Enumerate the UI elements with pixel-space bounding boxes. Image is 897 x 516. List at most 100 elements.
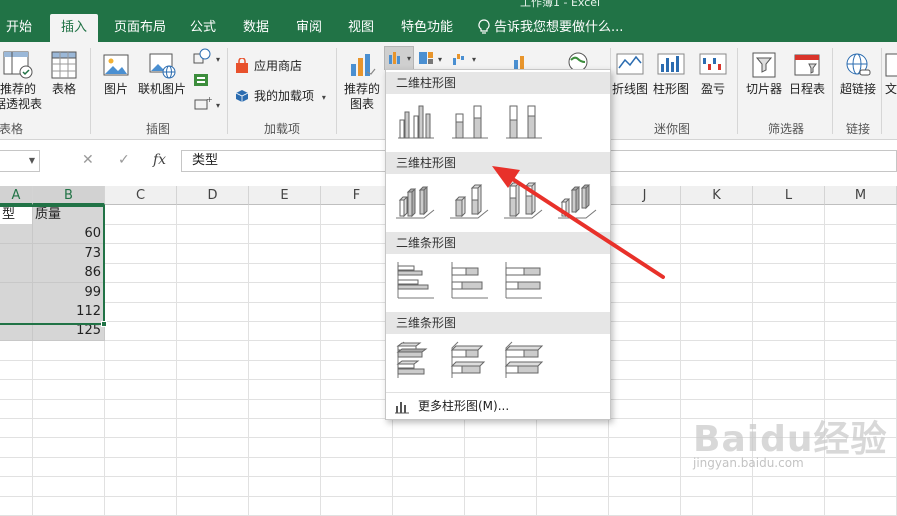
grid-cell[interactable] [681,205,753,225]
grid-cell[interactable] [105,379,177,400]
grid-cell[interactable] [753,282,825,303]
my-addins-button[interactable]: 我的加载项 ▾ [234,86,326,106]
grid-cell[interactable] [465,418,537,439]
grid-cell[interactable] [321,321,393,342]
grid-cell[interactable] [753,496,825,516]
column-header-m[interactable]: M [825,186,897,205]
grid-cell[interactable] [105,302,177,322]
grid-cell[interactable] [0,360,33,381]
column-chart-button[interactable]: ▾ [384,46,414,70]
grid-cell[interactable] [105,418,177,439]
grid-cell[interactable] [753,243,825,264]
3d-clustered-column-option[interactable] [394,178,438,222]
grid-cell[interactable] [393,457,465,478]
grid-cell[interactable] [537,496,609,516]
grid-cell[interactable] [321,399,393,419]
grid-cell[interactable] [321,224,393,245]
grid-cell[interactable] [105,282,177,303]
grid-cell[interactable] [609,224,681,245]
grid-cell[interactable] [177,282,249,303]
grid-cell[interactable] [753,360,825,381]
hierarchy-chart-button[interactable]: ▾ [418,48,442,68]
grid-cell[interactable] [321,360,393,381]
grid-cell[interactable] [609,340,681,361]
grid-cell[interactable] [0,437,33,458]
grid-cell[interactable] [177,360,249,381]
grid-cell[interactable] [609,360,681,381]
grid-cell[interactable] [249,399,321,419]
percent-stacked-column-option[interactable] [502,98,546,142]
shapes-button[interactable]: ▾ [192,48,220,68]
cell-b5[interactable]: 99 [33,282,105,303]
3d-stacked-bar-option[interactable] [448,338,492,382]
line-sparkline-button[interactable]: 折线图 [612,50,648,97]
screenshot-button[interactable]: + ▾ [192,94,220,114]
grid-cell[interactable] [321,205,393,225]
grid-cell[interactable] [825,457,897,478]
grid-cell[interactable] [825,282,897,303]
grid-cell[interactable] [249,457,321,478]
grid-cell[interactable] [33,437,105,458]
grid-cell[interactable] [321,476,393,497]
grid-cell[interactable] [681,243,753,264]
grid-cell[interactable] [105,321,177,342]
grid-cell[interactable] [105,360,177,381]
3d-stacked-column-option[interactable] [448,178,492,222]
grid-cell[interactable] [681,379,753,400]
grid-cell[interactable] [321,243,393,264]
grid-cell[interactable] [393,496,465,516]
grid-cell[interactable] [177,457,249,478]
grid-cell[interactable] [177,340,249,361]
grid-cell[interactable] [681,224,753,245]
grid-cell[interactable] [321,418,393,439]
grid-cell[interactable] [537,437,609,458]
cell-b1[interactable]: 质量 [33,205,105,225]
stacked-column-option[interactable] [448,98,492,142]
cell-b6[interactable]: 112 [33,302,105,322]
grid-cell[interactable] [465,457,537,478]
grid-cell[interactable] [105,243,177,264]
online-picture-button[interactable]: 联机图片 [136,50,188,97]
grid-cell[interactable] [0,496,33,516]
grid-cell[interactable] [825,263,897,284]
grid-cell[interactable] [753,302,825,322]
tab-special-features[interactable]: 特色功能 [394,14,460,42]
grid-cell[interactable] [0,302,33,322]
grid-cell[interactable] [825,418,897,439]
grid-cell[interactable] [105,205,177,225]
grid-cell[interactable] [249,360,321,381]
column-header-k[interactable]: K [681,186,753,205]
grid-cell[interactable] [393,437,465,458]
grid-cell[interactable] [321,379,393,400]
grid-cell[interactable] [681,302,753,322]
grid-cell[interactable] [177,399,249,419]
grid-cell[interactable] [681,399,753,419]
grid-cell[interactable] [681,476,753,497]
grid-cell[interactable] [177,263,249,284]
grid-cell[interactable] [393,418,465,439]
grid-cell[interactable] [105,496,177,516]
grid-cell[interactable] [321,302,393,322]
cell-b4[interactable]: 86 [33,263,105,284]
grid-cell[interactable] [177,379,249,400]
grid-cell[interactable] [465,437,537,458]
grid-cell[interactable] [177,205,249,225]
column-header-c[interactable]: C [105,186,177,205]
grid-cell[interactable] [609,476,681,497]
grid-cell[interactable] [753,418,825,439]
hyperlink-button[interactable]: 超链接 [836,50,880,97]
3d-percent-stacked-column-option[interactable] [502,178,546,222]
grid-cell[interactable] [681,437,753,458]
grid-cell[interactable] [0,321,33,342]
grid-cell[interactable] [681,360,753,381]
grid-cell[interactable] [249,340,321,361]
grid-cell[interactable] [0,399,33,419]
grid-cell[interactable] [249,418,321,439]
percent-stacked-bar-option[interactable] [502,258,546,302]
grid-cell[interactable] [825,437,897,458]
grid-cell[interactable] [825,379,897,400]
tab-data[interactable]: 数据 [232,14,280,42]
more-column-charts[interactable]: 更多柱形图(M)... [386,392,610,418]
grid-cell[interactable] [249,302,321,322]
grid-cell[interactable] [825,360,897,381]
